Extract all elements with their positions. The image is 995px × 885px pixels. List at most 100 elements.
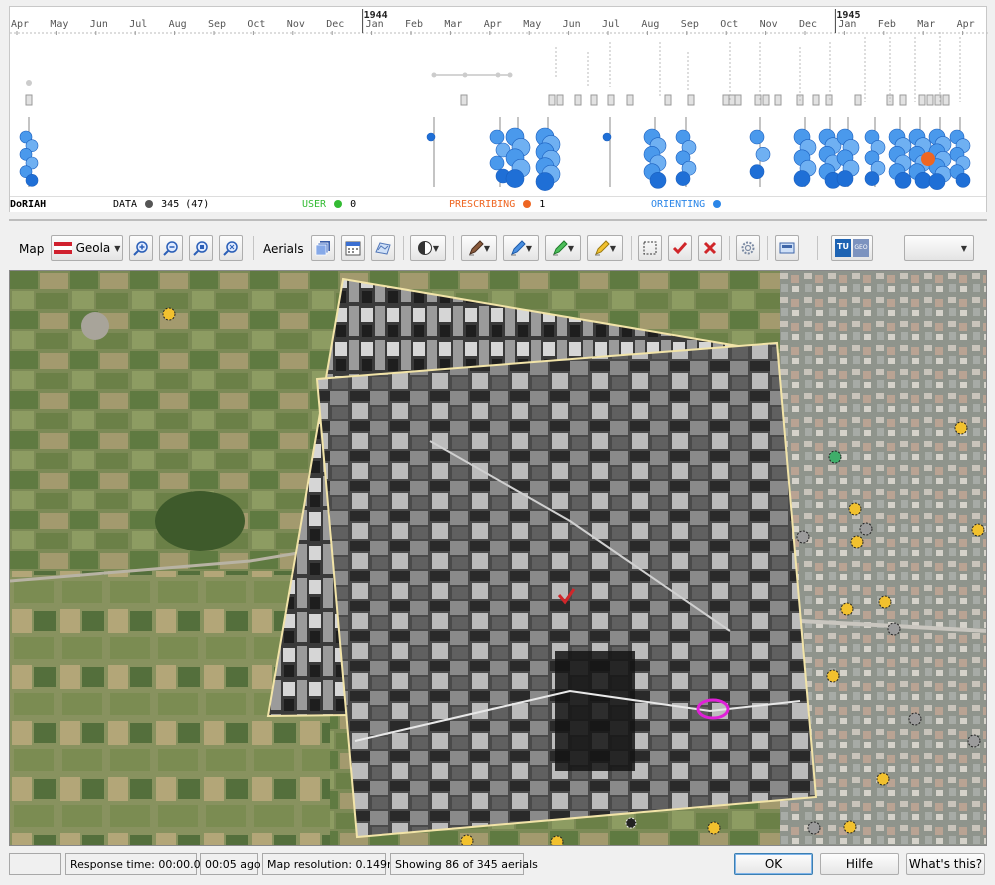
timeline-chart[interactable]: Apr May Jun Jul Aug Sep Oct Nov Dec Jan Feb Mar Apr M… <box>10 7 988 197</box>
map-layers[interactable] <box>10 271 987 846</box>
marker-yellow[interactable] <box>954 421 968 435</box>
zoom-extent-button[interactable] <box>189 235 213 261</box>
marker-grey[interactable] <box>807 821 821 835</box>
month-tick-label: Dec <box>326 19 344 30</box>
marker-grey[interactable] <box>967 734 981 748</box>
zoom-selection-button[interactable] <box>219 235 243 261</box>
village <box>81 312 109 340</box>
toolbar-divider <box>453 236 454 260</box>
footprint-dot <box>507 72 513 78</box>
forest-patch <box>155 491 245 551</box>
footprint-square <box>926 94 934 106</box>
marker-grey[interactable] <box>887 622 901 636</box>
layers-icon <box>315 241 330 256</box>
footprint-dot <box>462 72 468 78</box>
splitter[interactable] <box>9 219 987 221</box>
calendar-icon <box>345 241 361 256</box>
orienting-point <box>749 129 765 145</box>
footprint-square <box>812 94 820 106</box>
toolbar-divider <box>729 236 730 260</box>
footprint-button[interactable] <box>371 235 395 261</box>
footprint-square <box>774 94 782 106</box>
marker-grey[interactable] <box>859 522 873 536</box>
prescribing-point <box>921 152 935 166</box>
calendar-button[interactable] <box>341 235 365 261</box>
reject-button[interactable] <box>698 235 722 261</box>
footprint-square <box>574 94 582 106</box>
orienting-point <box>836 170 854 187</box>
svg-text:TU: TU <box>837 242 849 251</box>
whats-this-button[interactable]: What's this? <box>906 853 985 875</box>
tu-geo-button[interactable]: TU GEO <box>831 235 873 261</box>
layers-button[interactable] <box>311 235 335 261</box>
chevron-down-icon: ▼ <box>525 243 533 253</box>
marker-yellow[interactable] <box>971 523 985 537</box>
month-tick-label: Dec <box>799 19 817 30</box>
pen-blue-icon <box>510 240 526 256</box>
map-canvas[interactable] <box>9 270 987 846</box>
toolbar-divider <box>631 236 632 260</box>
orienting-point <box>535 172 555 191</box>
marker-green[interactable] <box>828 450 842 464</box>
select-rect-icon <box>643 241 657 255</box>
accept-button[interactable] <box>668 235 692 261</box>
draw-yellow-dropdown[interactable]: ▼ <box>587 235 623 261</box>
footprint-square <box>886 94 894 106</box>
user-dot-icon <box>334 200 343 208</box>
zoom-in-button[interactable] <box>129 235 153 261</box>
ok-button[interactable]: OK <box>734 853 813 875</box>
austria-flag-icon <box>53 242 72 254</box>
marker-yellow[interactable] <box>840 602 854 616</box>
orienting-point <box>602 132 612 142</box>
select-rect-button[interactable] <box>638 235 662 261</box>
orienting-point <box>749 164 765 179</box>
footprint-square <box>825 94 833 106</box>
last-update-ago: 00:05 ago <box>200 853 261 875</box>
marker-dark[interactable] <box>625 817 637 829</box>
legend-prescribing: PRESCRIBING 1 <box>449 199 545 210</box>
accept-check-icon <box>672 242 688 255</box>
toolbar-divider <box>817 236 818 260</box>
map-source-dropdown[interactable]: Geola ▼ <box>51 235 123 261</box>
footprint-dot <box>495 72 501 78</box>
marker-grey[interactable] <box>796 530 810 544</box>
settings-button[interactable] <box>736 235 760 261</box>
draw-blue-dropdown[interactable]: ▼ <box>503 235 539 261</box>
export-button[interactable] <box>775 235 799 261</box>
marker-yellow[interactable] <box>707 821 721 835</box>
orienting-point <box>894 172 912 189</box>
aerials-label: Aerials <box>263 242 304 256</box>
chevron-down-icon: ▼ <box>567 243 575 253</box>
draw-brown-dropdown[interactable]: ▼ <box>461 235 497 261</box>
zoom-selection-icon <box>223 241 238 256</box>
help-button[interactable]: Hilfe <box>820 853 899 875</box>
view-dropdown[interactable]: ▼ <box>904 235 974 261</box>
zoom-out-button[interactable] <box>159 235 183 261</box>
marker-yellow[interactable] <box>162 307 176 321</box>
draw-green-dropdown[interactable]: ▼ <box>545 235 581 261</box>
orienting-point <box>928 173 946 190</box>
footprint-square <box>687 94 695 106</box>
month-tick-label: Oct <box>720 19 738 30</box>
timeline-panel[interactable]: Apr May Jun Jul Aug Sep Oct Nov Dec Jan Feb Mar Apr M… <box>9 6 988 212</box>
marker-yellow[interactable] <box>878 595 892 609</box>
legend-orienting-label: ORIENTING <box>651 199 706 210</box>
contrast-dropdown[interactable]: ▼ <box>410 235 446 261</box>
month-tick-label: Apr <box>957 19 975 30</box>
marker-grey[interactable] <box>908 712 922 726</box>
legend-orienting: ORIENTING <box>651 199 723 210</box>
marker-yellow[interactable] <box>850 535 864 549</box>
month-tick-label: Apr <box>484 19 502 30</box>
tu-geo-logo: TU GEO <box>835 239 869 257</box>
footprint-dot <box>26 80 32 86</box>
marker-yellow[interactable] <box>843 820 857 834</box>
marker-yellow[interactable] <box>848 502 862 516</box>
chevron-down-icon: ▼ <box>483 243 491 253</box>
marker-yellow[interactable] <box>826 669 840 683</box>
toolbar-divider <box>767 236 768 260</box>
chevron-down-icon: ▼ <box>114 243 121 253</box>
zoom-out-icon <box>163 241 178 256</box>
chevron-down-icon: ▼ <box>432 243 440 253</box>
marker-yellow[interactable] <box>876 772 890 786</box>
month-tick-label: May <box>50 19 68 30</box>
